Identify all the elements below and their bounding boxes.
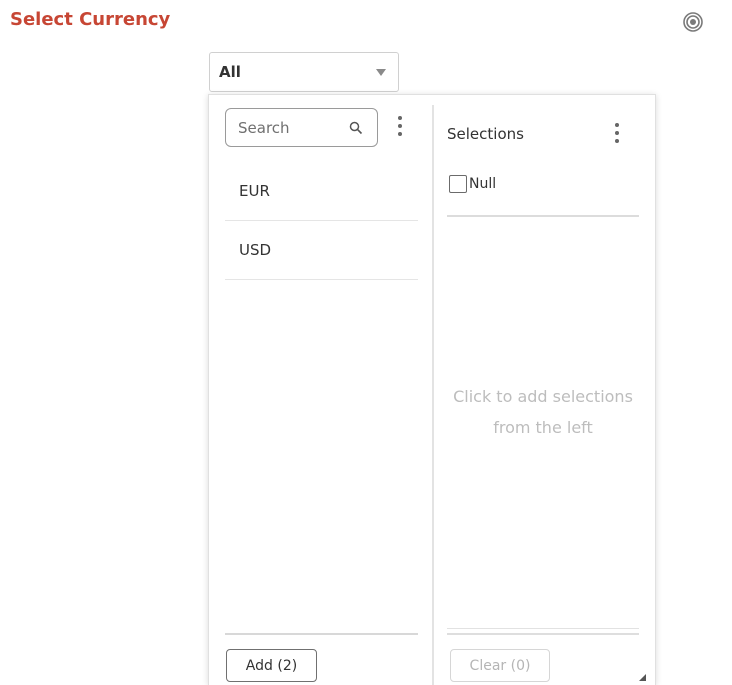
right-kebab-menu-icon[interactable] [613, 123, 621, 145]
left-kebab-menu-icon[interactable] [396, 116, 404, 138]
right-footer-divider-2 [447, 633, 639, 635]
column-divider [432, 105, 434, 685]
search-icon[interactable] [349, 121, 363, 135]
dropdown-value: All [219, 63, 241, 81]
search-box[interactable] [225, 108, 378, 147]
add-button[interactable]: Add (2) [226, 649, 317, 682]
currency-dropdown[interactable]: All [209, 52, 399, 92]
list-item[interactable]: EUR [225, 162, 418, 221]
selections-divider [447, 215, 639, 217]
target-icon[interactable] [682, 11, 704, 33]
page-title: Select Currency [10, 9, 171, 30]
list-item[interactable]: USD [225, 221, 418, 280]
clear-button[interactable]: Clear (0) [450, 649, 550, 682]
caret-down-icon [376, 69, 386, 76]
search-input[interactable] [238, 117, 338, 139]
selections-heading: Selections [447, 125, 524, 143]
empty-selections-message: Click to add selections from the left [453, 387, 633, 437]
resize-handle-icon[interactable] [639, 674, 646, 681]
selection-panel: EUR USD Selections Null Click to add sel… [208, 94, 656, 685]
left-footer-divider [225, 633, 418, 635]
null-checkbox[interactable] [449, 175, 467, 193]
right-footer-divider [447, 628, 639, 629]
null-label: Null [469, 176, 497, 192]
list-item-label: USD [239, 241, 272, 259]
list-item-label: EUR [239, 182, 270, 200]
